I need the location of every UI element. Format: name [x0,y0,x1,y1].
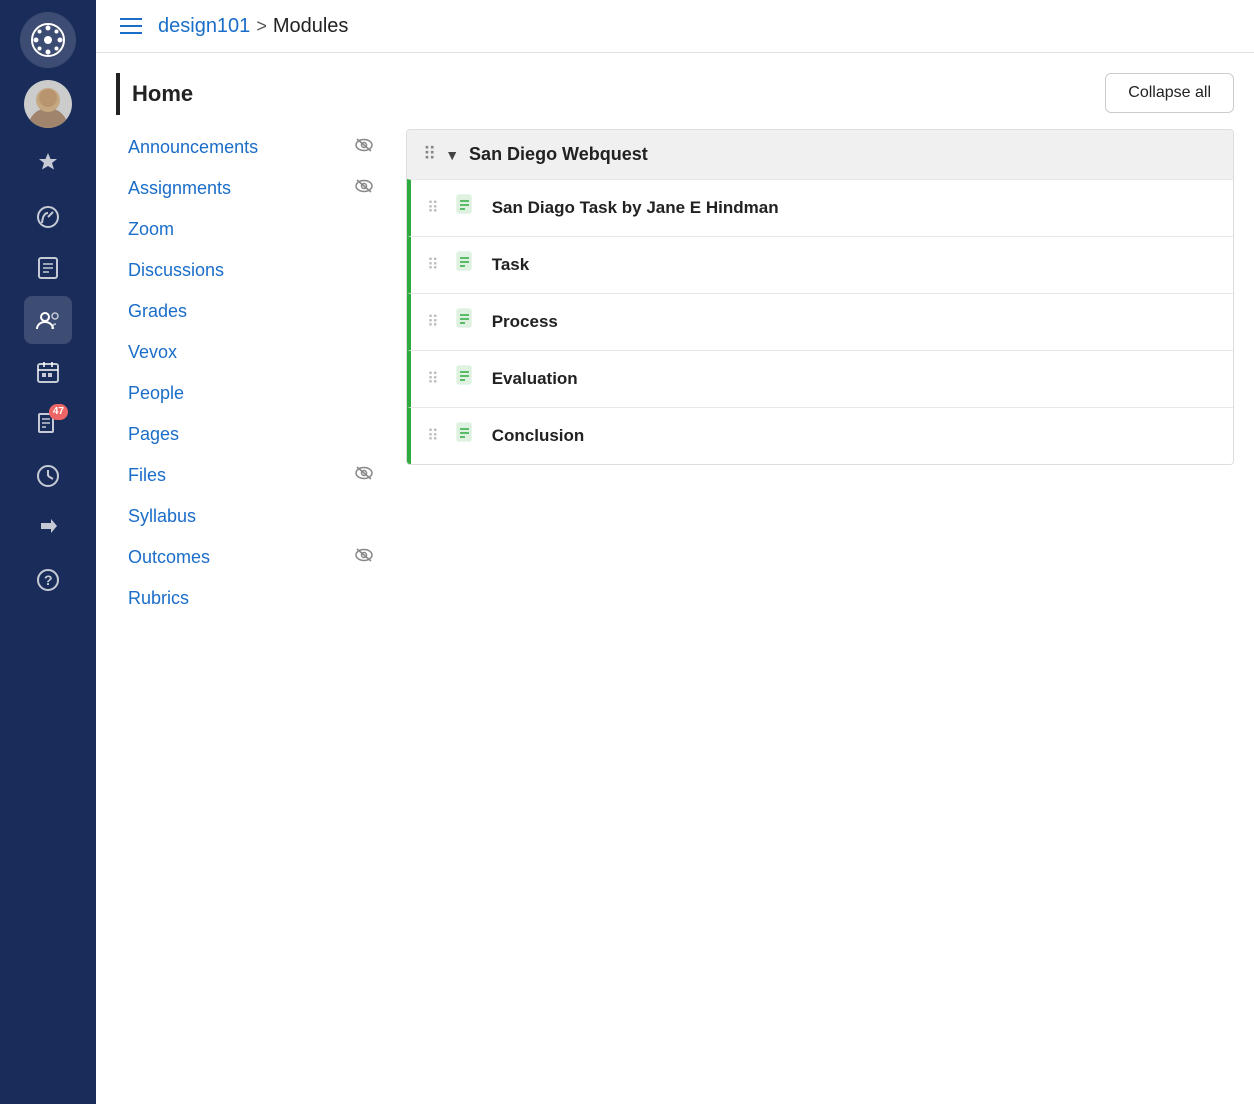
nav-grades-label: Grades [128,301,374,322]
item-drag-handle-4[interactable]: ⠿ [427,426,438,446]
item-title-2[interactable]: Process [492,312,558,332]
module-title: San Diego Webquest [469,144,648,165]
breadcrumb: design101 > Modules [158,15,348,38]
redirect-nav-icon[interactable] [24,504,72,552]
module-title-row: ⠿ ▼ San Diego Webquest [407,130,1233,179]
nav-discussions-label: Discussions [128,260,374,281]
nav-syllabus-label: Syllabus [128,506,374,527]
course-nav-sidebar: Home Announcements Assignments [96,53,386,1104]
nav-item-discussions[interactable]: Discussions [116,250,386,291]
main-content: design101 > Modules Home Announcements [96,0,1254,1104]
nav-zoom-label: Zoom [128,219,374,240]
module-item: ⠿ Conclusion [407,407,1233,464]
calendar-nav-icon[interactable] [24,348,72,396]
item-drag-handle-3[interactable]: ⠿ [427,369,438,389]
item-document-icon-4 [452,422,478,450]
item-drag-handle-0[interactable]: ⠿ [427,198,438,218]
nav-assignments-label: Assignments [128,178,354,199]
module-collapse-icon[interactable]: ▼ [445,147,459,163]
nav-people-label: People [128,383,374,404]
nav-item-outcomes[interactable]: Outcomes [116,537,386,578]
item-drag-handle-2[interactable]: ⠿ [427,312,438,332]
nav-item-rubrics[interactable]: Rubrics [116,578,386,619]
nav-item-announcements[interactable]: Announcements [116,127,386,168]
nav-outcomes-eye-icon[interactable] [354,548,374,567]
user-avatar[interactable] [24,80,72,128]
item-title-0[interactable]: San Diago Task by Jane E Hindman [492,198,779,218]
nav-files-label: Files [128,465,354,486]
breadcrumb-course[interactable]: design101 [158,15,250,38]
module-item: ⠿ Evaluation [407,350,1233,407]
item-document-icon-2 [452,308,478,336]
report-nav-icon[interactable]: 47 [24,400,72,448]
app-logo[interactable] [20,12,76,68]
nav-item-syllabus[interactable]: Syllabus [116,496,386,537]
nav-rubrics-label: Rubrics [128,588,374,609]
speedometer-nav-icon[interactable] [24,192,72,240]
people-nav-icon[interactable] [24,296,72,344]
module-area: Collapse all ⠿ ▼ San Diego Webquest ⠿ [386,53,1254,1104]
item-drag-handle-1[interactable]: ⠿ [427,255,438,275]
module-item: ⠿ Task [407,236,1233,293]
nav-item-pages[interactable]: Pages [116,414,386,455]
item-document-icon-0 [452,194,478,222]
breadcrumb-separator: > [256,16,267,37]
nav-item-grades[interactable]: Grades [116,291,386,332]
badge-nav-icon[interactable] [24,140,72,188]
nav-item-zoom[interactable]: Zoom [116,209,386,250]
module-container: ⠿ ▼ San Diego Webquest ⠿ [406,129,1234,465]
nav-announcements-label: Announcements [128,137,354,158]
module-item: ⠿ San Diago Task by Jane E Hindman [407,179,1233,236]
sidebar: 47 ? [0,0,96,1104]
collapse-all-button[interactable]: Collapse all [1105,73,1234,113]
item-title-3[interactable]: Evaluation [492,369,578,389]
item-title-1[interactable]: Task [492,255,530,275]
svg-text:?: ? [44,572,53,588]
hamburger-menu[interactable] [116,14,146,38]
content-area: Home Announcements Assignments [96,53,1254,1104]
nav-pages-label: Pages [128,424,374,445]
clock-nav-icon[interactable] [24,452,72,500]
module-drag-handle[interactable]: ⠿ [423,144,435,165]
item-document-icon-1 [452,251,478,279]
module-item: ⠿ Process [407,293,1233,350]
nav-item-people[interactable]: People [116,373,386,414]
nav-item-files[interactable]: Files [116,455,386,496]
nav-files-eye-icon[interactable] [354,466,374,485]
nav-vevox-label: Vevox [128,342,374,363]
nav-item-home[interactable]: Home [116,73,386,115]
module-header-row: Collapse all [406,73,1234,113]
item-document-icon-3 [452,365,478,393]
report-badge: 47 [49,404,68,420]
nav-announcements-eye-icon[interactable] [354,138,374,157]
breadcrumb-current: Modules [273,15,349,38]
help-nav-icon[interactable]: ? [24,556,72,604]
nav-item-assignments[interactable]: Assignments [116,168,386,209]
nav-outcomes-label: Outcomes [128,547,354,568]
nav-assignments-eye-icon[interactable] [354,179,374,198]
top-header: design101 > Modules [96,0,1254,53]
book-nav-icon[interactable] [24,244,72,292]
item-title-4[interactable]: Conclusion [492,426,585,446]
module-items-list: ⠿ San Diago Task by Jane E Hindman [407,179,1233,464]
nav-item-vevox[interactable]: Vevox [116,332,386,373]
